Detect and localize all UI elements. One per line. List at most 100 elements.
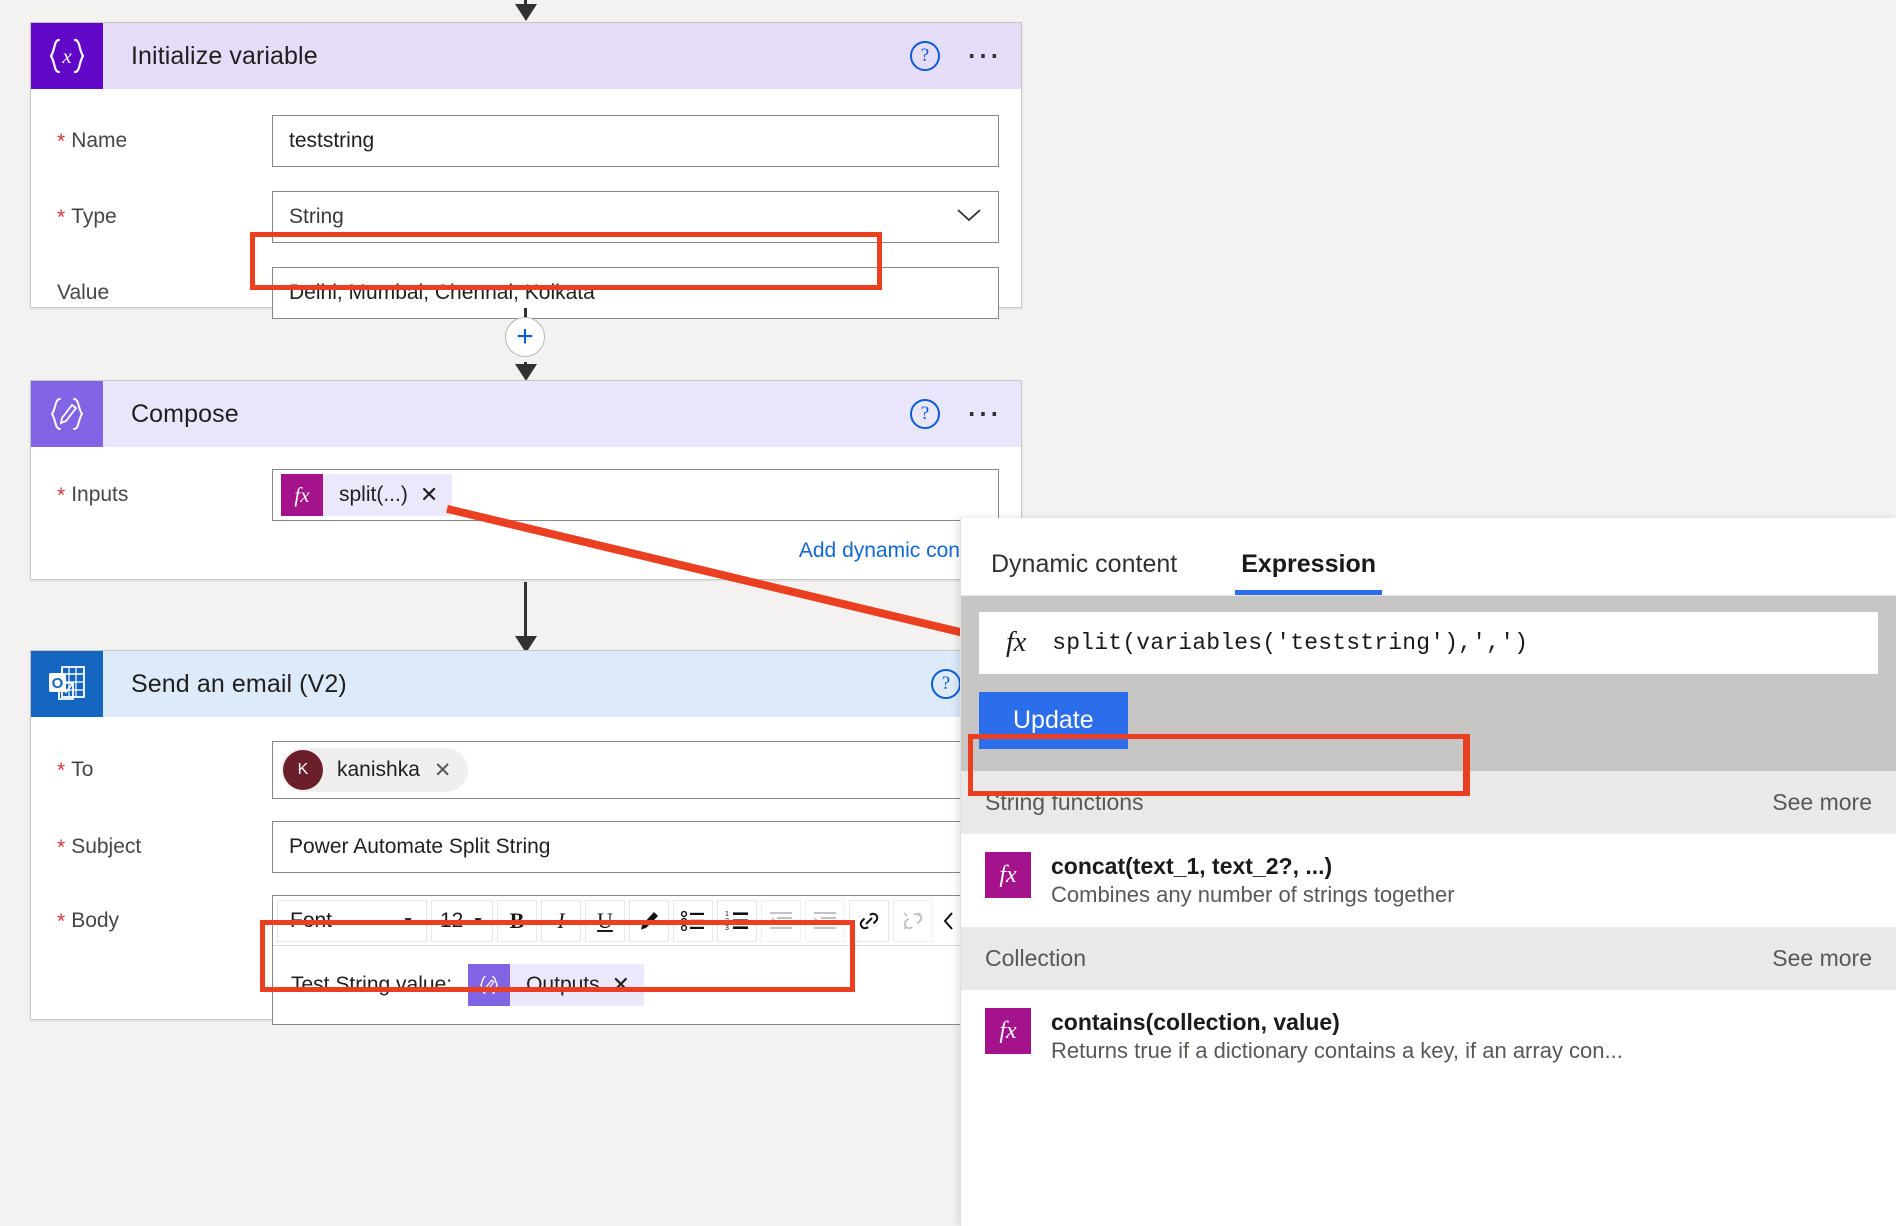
- section-header-collection: Collection See more: [961, 927, 1896, 991]
- recipient-chip[interactable]: K kanishka ✕: [281, 748, 468, 792]
- dynamic-token-outputs[interactable]: Outputs ✕: [468, 964, 645, 1006]
- name-input[interactable]: teststring: [272, 115, 999, 167]
- card-title-initialize-variable: Initialize variable: [131, 41, 318, 70]
- svg-text:3: 3: [725, 925, 729, 932]
- field-row-inputs: * Inputs fx split(...) ✕: [31, 469, 1021, 521]
- more-options-icon[interactable]: ⋯: [966, 397, 1003, 431]
- tab-expression[interactable]: Expression: [1235, 550, 1382, 595]
- expression-editor-zone: fx split(variables('teststring'),',') Up…: [961, 596, 1896, 771]
- expression-input[interactable]: fx split(variables('teststring'),','): [979, 612, 1878, 674]
- more-options-icon[interactable]: ⋯: [966, 39, 1003, 73]
- function-item-contains[interactable]: fx contains(collection, value) Returns t…: [961, 990, 1896, 1084]
- body-content-area[interactable]: Test String value: Outputs ✕: [273, 946, 998, 1024]
- unlink-icon[interactable]: [893, 899, 933, 942]
- function-signature: contains(collection, value): [1051, 1009, 1340, 1036]
- function-description: Returns true if a dictionary contains a …: [1051, 1038, 1623, 1064]
- help-icon[interactable]: ?: [931, 669, 961, 699]
- required-asterisk: *: [57, 909, 66, 933]
- pen-highlight-icon[interactable]: [629, 899, 669, 942]
- update-button[interactable]: Update: [979, 692, 1128, 749]
- italic-label: I: [557, 907, 565, 933]
- inputs-field[interactable]: fx split(...) ✕: [272, 469, 999, 521]
- body-static-text: Test String value:: [291, 973, 453, 996]
- expression-value: split(variables('teststring'),','): [1052, 630, 1529, 656]
- type-select[interactable]: String: [272, 191, 999, 243]
- function-signature: concat(text_1, text_2?, ...): [1051, 853, 1333, 879]
- field-row-to: * To K kanishka ✕: [31, 741, 1021, 799]
- required-asterisk: *: [57, 758, 66, 782]
- underline-label: U: [597, 907, 613, 933]
- section-title: Collection: [985, 945, 1086, 972]
- compose-braces-pencil-icon: [468, 964, 511, 1006]
- panel-tab-list: Dynamic content Expression: [961, 518, 1896, 596]
- add-step-button[interactable]: +: [505, 317, 545, 357]
- font-size-value: 12: [440, 908, 464, 932]
- subject-input[interactable]: Power Automate Split String: [272, 821, 999, 873]
- field-row-name: * Name teststring: [31, 115, 1021, 167]
- field-label-body: * Body: [57, 909, 120, 933]
- decrease-indent-icon[interactable]: [761, 899, 801, 942]
- avatar: K: [283, 750, 323, 790]
- field-row-body: * Body Font ▼ 12 ▼ B I U 1 2 3 Test Stri…: [31, 895, 1021, 1025]
- chevron-down-icon: [956, 208, 982, 226]
- recipient-name: kanishka: [337, 758, 420, 781]
- function-description: Combines any number of strings together: [1051, 881, 1455, 907]
- card-title-compose: Compose: [131, 399, 239, 428]
- body-rich-text-editor[interactable]: Font ▼ 12 ▼ B I U 1 2 3 Test String valu…: [272, 895, 999, 1025]
- value-input[interactable]: Delhi, Mumbai, Chennai, Kolkata: [272, 267, 999, 319]
- card-header-send-an-email[interactable]: O Send an email (V2) ?: [31, 651, 1021, 717]
- fx-icon: fx: [281, 474, 323, 516]
- expression-token-split[interactable]: fx split(...) ✕: [281, 474, 453, 516]
- variable-braces-x-icon: x: [31, 23, 103, 89]
- fx-icon: fx: [1006, 627, 1027, 658]
- bulleted-list-icon[interactable]: [673, 899, 713, 942]
- chevron-down-icon: ▼: [402, 913, 414, 928]
- bold-label: B: [509, 907, 525, 933]
- required-asterisk: *: [57, 835, 66, 859]
- font-size-select[interactable]: 12 ▼: [431, 899, 493, 942]
- type-select-value: String: [289, 205, 344, 228]
- token-label: Outputs: [526, 973, 600, 996]
- field-label-to: * To: [57, 758, 94, 782]
- card-body-initialize-variable: * Name teststring * Type String Value De…: [31, 115, 1021, 319]
- outlook-icon: O: [31, 651, 103, 717]
- card-header-compose[interactable]: Compose ? ⋯: [31, 381, 1021, 447]
- card-compose[interactable]: Compose ? ⋯ * Inputs fx split(...) ✕ Add…: [30, 380, 1022, 580]
- card-body-compose: * Inputs fx split(...) ✕ Add dynamic con…: [31, 469, 1021, 563]
- required-asterisk: *: [57, 483, 66, 507]
- to-field[interactable]: K kanishka ✕: [272, 741, 999, 799]
- field-label-subject: * Subject: [57, 835, 142, 859]
- function-item-concat[interactable]: fx concat(text_1, text_2?, ...) Combines…: [961, 834, 1896, 928]
- rich-text-toolbar: Font ▼ 12 ▼ B I U 1 2 3: [273, 896, 998, 946]
- increase-indent-icon[interactable]: [805, 899, 845, 942]
- field-label-type: * Type: [57, 205, 117, 229]
- numbered-list-icon[interactable]: 1 2 3: [717, 899, 757, 942]
- close-icon[interactable]: ✕: [434, 758, 468, 783]
- card-header-initialize-variable[interactable]: x Initialize variable ? ⋯: [31, 23, 1021, 89]
- field-label-name: * Name: [57, 129, 128, 153]
- tab-dynamic-content[interactable]: Dynamic content: [985, 550, 1183, 595]
- card-initialize-variable[interactable]: x Initialize variable ? ⋯ * Name teststr…: [30, 22, 1022, 319]
- see-more-link[interactable]: See more: [1772, 945, 1872, 972]
- italic-button[interactable]: I: [541, 899, 581, 942]
- font-family-select[interactable]: Font ▼: [277, 899, 427, 942]
- card-send-an-email[interactable]: O Send an email (V2) ? * To K kanishka ✕: [30, 650, 1022, 1025]
- svg-text:1: 1: [725, 911, 729, 918]
- see-more-link[interactable]: See more: [1772, 789, 1872, 816]
- help-icon[interactable]: ?: [910, 399, 940, 429]
- fx-icon: fx: [985, 852, 1031, 898]
- bold-button[interactable]: B: [497, 899, 537, 942]
- section-header-string-functions: String functions See more: [961, 771, 1896, 834]
- compose-braces-pencil-icon: [31, 381, 103, 447]
- field-row-type: * Type String: [31, 191, 1021, 243]
- close-icon[interactable]: ✕: [612, 972, 644, 998]
- underline-button[interactable]: U: [585, 899, 625, 942]
- field-label-inputs: * Inputs: [57, 483, 129, 507]
- help-icon[interactable]: ?: [910, 41, 940, 71]
- token-label: split(...): [339, 483, 408, 506]
- fx-icon: fx: [985, 1008, 1031, 1055]
- svg-text:2: 2: [725, 918, 729, 925]
- link-icon[interactable]: [849, 899, 889, 942]
- font-family-value: Font: [290, 908, 333, 932]
- expression-flyout-panel[interactable]: Dynamic content Expression fx split(vari…: [960, 518, 1896, 1226]
